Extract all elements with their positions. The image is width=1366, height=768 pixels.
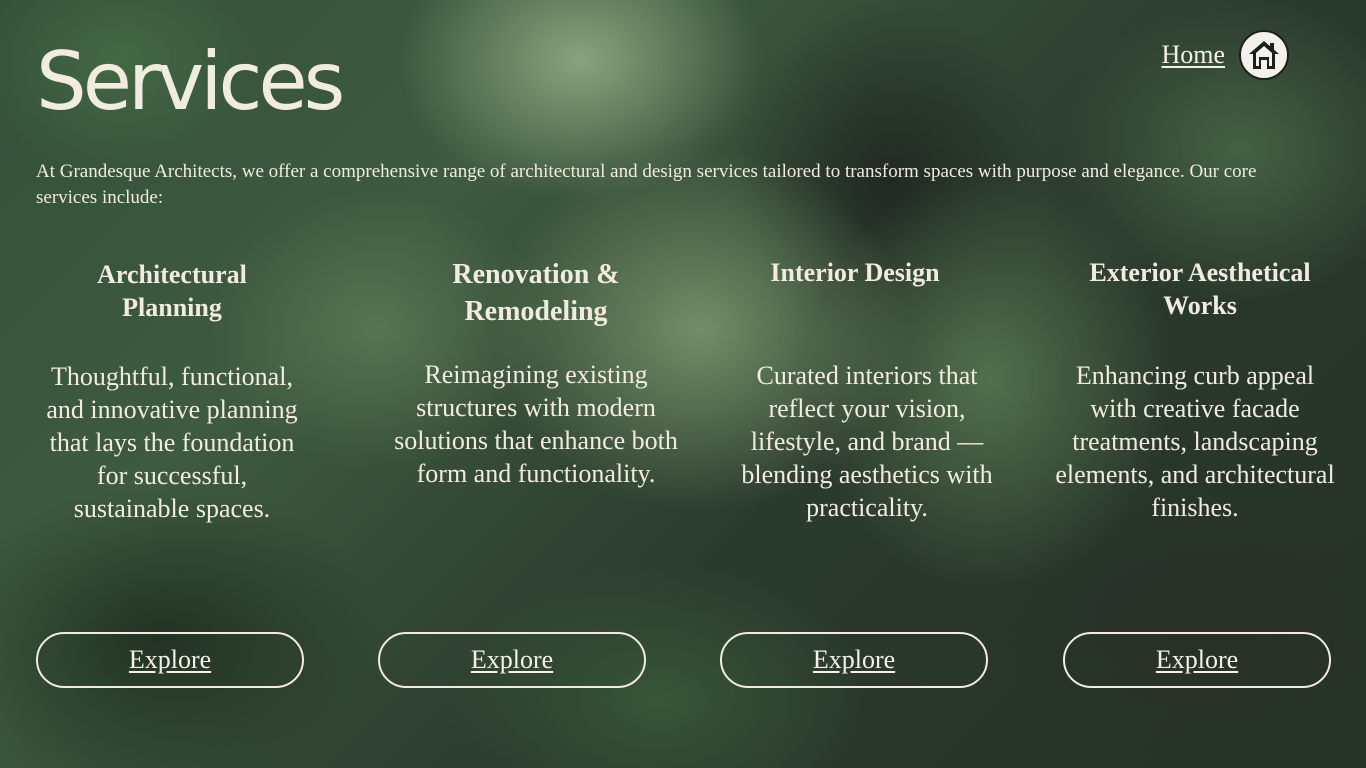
service-card-architectural-planning: Architectural Planning Thoughtful, funct…: [36, 256, 304, 696]
service-card-exterior-aesthetical-works: Exterior Aesthetical Works Enhancing cur…: [1050, 256, 1340, 696]
explore-button-interior-design[interactable]: Explore: [720, 632, 988, 688]
page-title: Services: [36, 35, 345, 128]
service-title: Interior Design: [770, 258, 940, 287]
service-description: Reimagining existing structures with mod…: [394, 360, 678, 488]
intro-text: At Grandesque Architects, we offer a com…: [36, 161, 1257, 208]
service-description: Enhancing curb appeal with creative faca…: [1055, 361, 1335, 522]
service-card-renovation-remodeling: Renovation & Remodeling Reimagining exis…: [378, 256, 686, 696]
service-card-interior-design: Interior Design Curated interiors that r…: [720, 256, 994, 696]
services-grid: Architectural Planning Thoughtful, funct…: [0, 256, 1366, 696]
service-description: Curated interiors that reflect your visi…: [741, 361, 993, 522]
home-icon-button[interactable]: [1239, 30, 1289, 80]
explore-button-architectural-planning[interactable]: Explore: [36, 632, 304, 688]
service-title: Architectural Planning: [97, 260, 247, 322]
service-title: Renovation & Remodeling: [452, 259, 620, 327]
service-title: Exterior Aesthetical Works: [1089, 258, 1311, 320]
top-nav: Home: [1161, 30, 1289, 80]
home-link[interactable]: Home: [1161, 40, 1225, 70]
service-description: Thoughtful, functional, and innovative p…: [46, 362, 298, 523]
explore-button-exterior-aesthetical-works[interactable]: Explore: [1063, 632, 1331, 688]
home-icon: [1249, 41, 1279, 69]
explore-button-renovation-remodeling[interactable]: Explore: [378, 632, 646, 688]
